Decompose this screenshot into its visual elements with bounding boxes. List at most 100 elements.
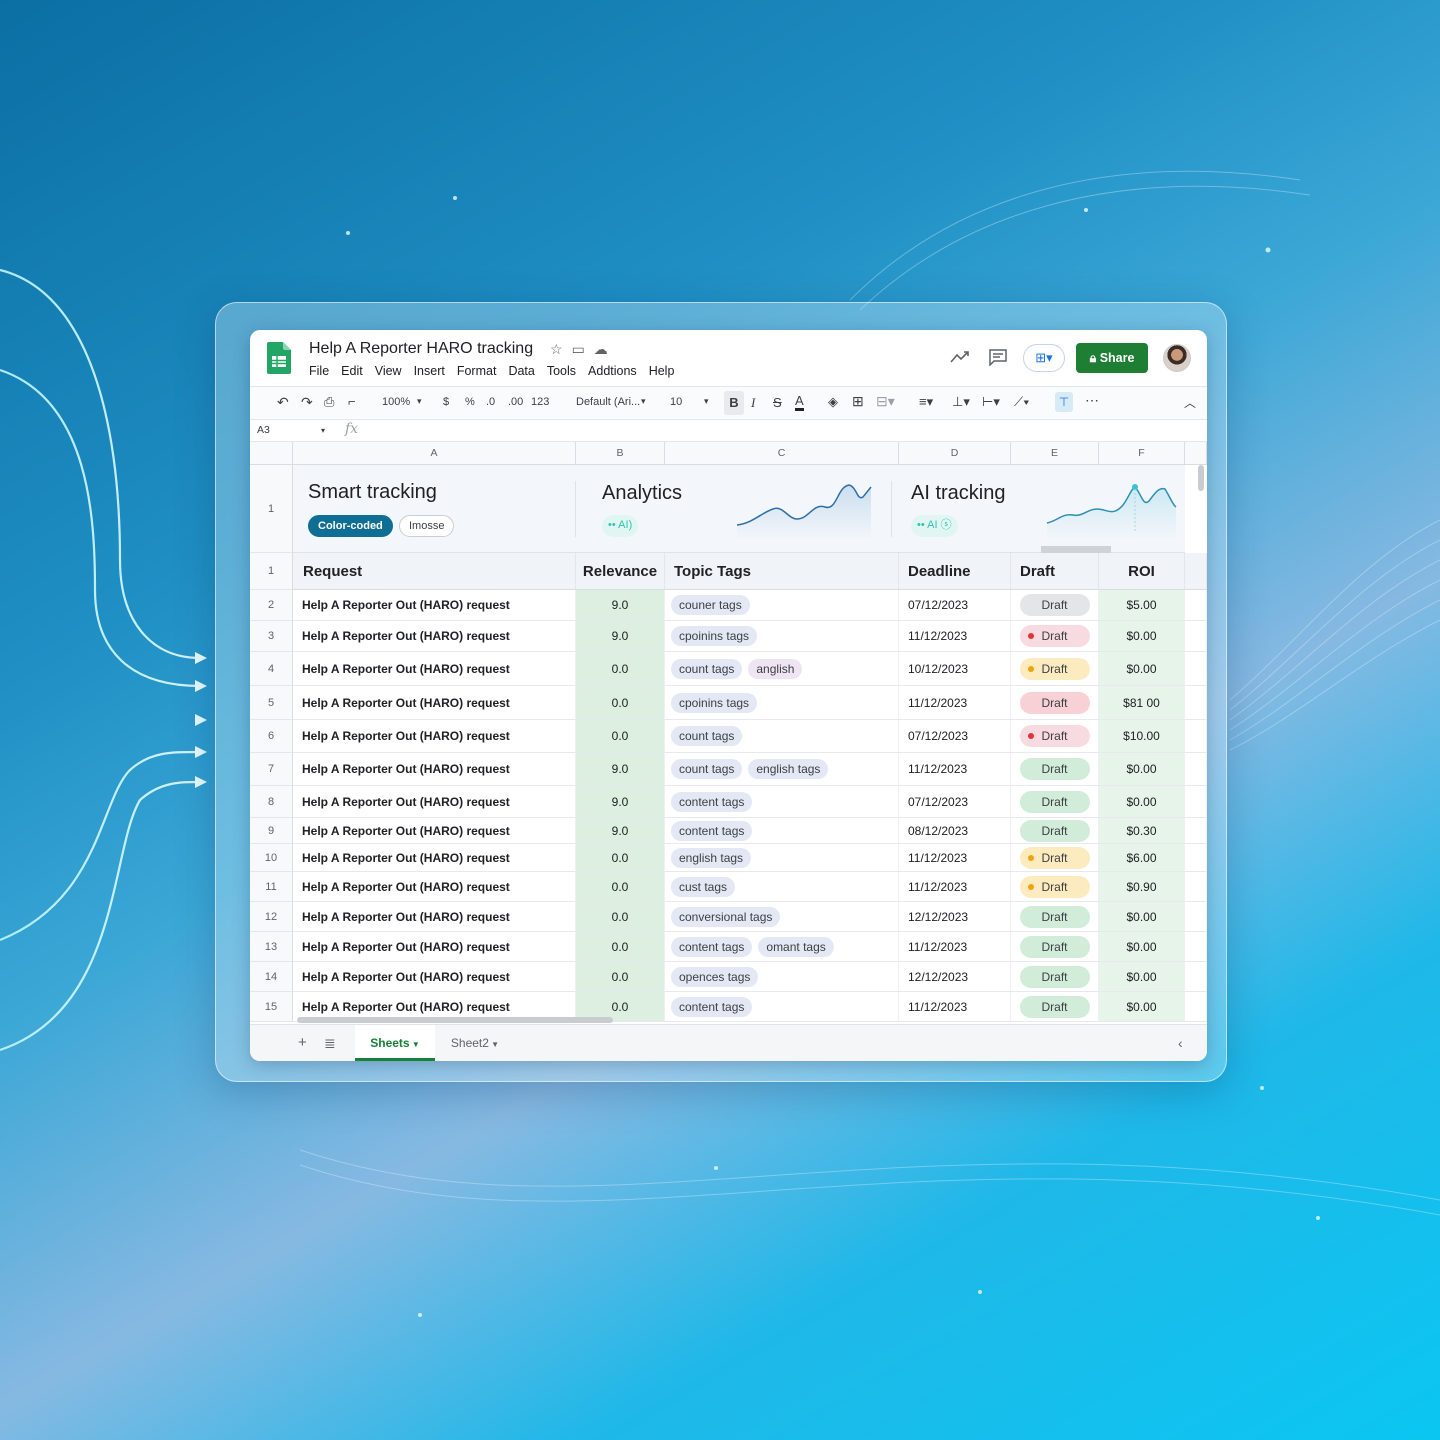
column-header-a[interactable]: A [293,442,576,465]
select-all-corner[interactable] [250,442,293,465]
tag-chip[interactable]: cust tags [671,876,736,897]
menu-file[interactable]: File [309,364,329,378]
deadline-cell[interactable]: 10/12/2023 [899,652,1011,686]
row-header[interactable]: 5 [250,686,293,720]
more-icon[interactable]: ⋯ [1085,392,1099,409]
relevance-cell[interactable]: 0.0 [576,962,665,992]
relevance-cell[interactable]: 0.0 [576,720,665,753]
topic-tags-cell[interactable]: content tags omant tags [665,932,899,962]
draft-cell[interactable]: Draft [1011,590,1099,621]
merge-cells-icon[interactable]: ⊟▾ [876,393,895,410]
column-header-c[interactable]: C [665,442,899,465]
text-wrap-icon[interactable]: ⊢▾ [982,394,1000,410]
request-cell[interactable]: Help A Reporter Out (HARO) request [293,872,576,902]
roi-cell[interactable]: $0.30 [1099,818,1185,844]
deadline-cell[interactable]: 11/12/2023 [899,844,1011,872]
status-badge[interactable]: Draft [1019,965,1090,988]
horizontal-scrollbar[interactable] [297,1017,613,1023]
request-cell[interactable]: Help A Reporter Out (HARO) request [293,902,576,932]
roi-cell[interactable]: $0.90 [1099,872,1185,902]
align-left-icon[interactable]: ≡▾ [919,394,933,410]
deadline-cell[interactable]: 11/12/2023 [899,872,1011,902]
header-draft[interactable]: Draft [1011,553,1099,590]
tag-chip[interactable]: count tags [671,658,743,679]
row-header[interactable]: 11 [250,872,293,902]
topic-tags-cell[interactable]: couner tags [665,590,899,621]
request-cell[interactable]: Help A Reporter Out (HARO) request [293,590,576,621]
tag-chip[interactable]: content tags [671,820,753,841]
tag-chip[interactable]: content tags [671,791,753,812]
request-cell[interactable]: Help A Reporter Out (HARO) request [293,962,576,992]
deadline-cell[interactable]: 11/12/2023 [899,932,1011,962]
column-header-d[interactable]: D [899,442,1011,465]
relevance-cell[interactable]: 0.0 [576,932,665,962]
row-header[interactable]: 3 [250,621,293,652]
deadline-cell[interactable]: 11/12/2023 [899,992,1011,1022]
add-sheet-icon[interactable]: + [298,1025,307,1061]
draft-cell[interactable]: Draft [1011,962,1099,992]
filter-icon[interactable]: ⊤ [1055,392,1073,412]
tag-chip[interactable]: cpoinins tags [671,692,758,713]
deadline-cell[interactable]: 11/12/2023 [899,621,1011,652]
more-formats-button[interactable]: 123 [531,396,549,408]
menu-data[interactable]: Data [508,364,534,378]
row-header[interactable]: 1 [250,553,293,590]
draft-cell[interactable]: Draft [1011,872,1099,902]
redo-icon[interactable]: ↷ [301,394,313,411]
tab-sheet2[interactable]: Sheet2 ▼ [440,1025,510,1061]
comment-icon[interactable] [988,348,1008,366]
percent-button[interactable]: % [465,396,475,408]
tag-chip[interactable]: cpoinins tags [671,626,758,646]
relevance-cell[interactable]: 9.0 [576,753,665,786]
print-icon[interactable]: ⎙ [324,394,334,410]
chevron-down-icon[interactable]: ▾ [321,426,325,435]
status-badge[interactable]: Draft [1019,846,1090,869]
draft-cell[interactable]: Draft [1011,753,1099,786]
request-cell[interactable]: Help A Reporter Out (HARO) request [293,720,576,753]
header-relevance[interactable]: Relevance [576,553,665,590]
relevance-cell[interactable]: 9.0 [576,786,665,818]
status-badge[interactable]: Draft [1019,758,1090,780]
draft-cell[interactable]: Draft [1011,720,1099,753]
topic-tags-cell[interactable]: count tags anglish [665,652,899,686]
row-header[interactable]: 6 [250,720,293,753]
text-rotation-icon[interactable]: ⟋▾ [1014,394,1029,410]
status-badge[interactable]: Draft [1019,995,1090,1018]
strikethrough-button[interactable]: S [773,395,782,410]
roi-cell[interactable]: $10.00 [1099,720,1185,753]
status-badge[interactable]: Draft [1019,790,1090,813]
tag-chip[interactable]: opences tags [671,966,759,987]
row-header[interactable]: 9 [250,818,293,844]
chevron-down-icon[interactable]: ▾ [704,396,709,407]
chevron-down-icon[interactable]: ▾ [641,396,646,407]
tab-sheets[interactable]: Sheets ▼ [355,1025,435,1061]
roi-cell[interactable]: $0.00 [1099,962,1185,992]
avatar[interactable] [1163,344,1191,372]
roi-cell[interactable]: $0.00 [1099,652,1185,686]
deadline-cell[interactable]: 12/12/2023 [899,962,1011,992]
tag-chip[interactable]: omant tags [758,936,834,957]
text-color-button[interactable]: A [795,393,804,411]
collapse-toolbar-icon[interactable]: ︿ [1184,394,1196,411]
draft-cell[interactable]: Draft [1011,844,1099,872]
topic-tags-cell[interactable]: count tags [665,720,899,753]
vertical-scrollbar[interactable] [1198,465,1204,491]
tag-chip[interactable]: english tags [671,847,752,868]
document-title[interactable]: Help A Reporter HARO tracking [309,340,533,358]
bold-button[interactable]: B [724,391,744,415]
roi-cell[interactable]: $0.00 [1099,786,1185,818]
deadline-cell[interactable]: 08/12/2023 [899,818,1011,844]
borders-icon[interactable]: ⊞ [852,393,864,410]
relevance-cell[interactable]: 9.0 [576,590,665,621]
request-cell[interactable]: Help A Reporter Out (HARO) request [293,818,576,844]
trend-icon[interactable] [950,350,970,364]
font-select[interactable]: Default (Ari... [576,396,640,408]
topic-tags-cell[interactable]: opences tags [665,962,899,992]
draft-cell[interactable]: Draft [1011,932,1099,962]
menu-format[interactable]: Format [457,364,497,378]
status-badge[interactable]: Draft [1019,905,1090,928]
relevance-cell[interactable]: 0.0 [576,652,665,686]
status-badge[interactable]: Draft [1019,725,1090,747]
status-badge[interactable]: Draft [1019,625,1090,647]
request-cell[interactable]: Help A Reporter Out (HARO) request [293,652,576,686]
